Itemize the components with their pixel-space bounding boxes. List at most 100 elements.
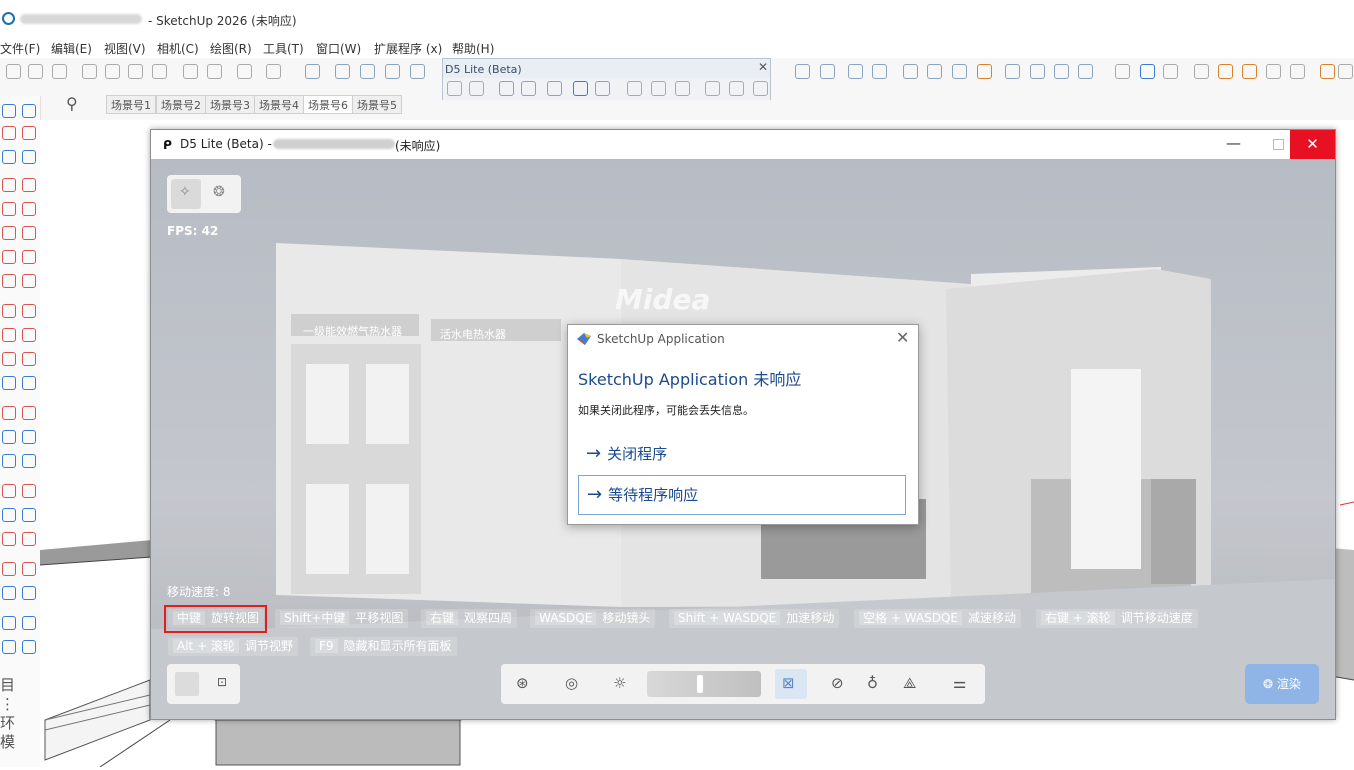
menu-extensions[interactable]: 扩展程序 (x) (374, 40, 442, 57)
3d-text-icon[interactable] (22, 454, 36, 468)
sun-icon[interactable]: ☼ (613, 674, 626, 692)
d5-asset-icon[interactable] (675, 81, 690, 96)
d5-export-icon[interactable] (705, 81, 720, 96)
channels-icon[interactable]: ⊛ (516, 674, 529, 692)
menu-window[interactable]: 窗口(W) (316, 40, 361, 57)
ext-tool-icon[interactable] (1218, 64, 1233, 79)
exposure-icon[interactable]: ◎ (565, 674, 578, 692)
light-bulb-icon[interactable]: ♁ (867, 674, 878, 692)
new-file-icon[interactable] (6, 64, 21, 79)
tool-icon[interactable] (22, 616, 36, 630)
view-back-icon[interactable] (410, 64, 425, 79)
search-icon[interactable]: ⚲ (66, 94, 78, 113)
rotated-rectangle-icon[interactable] (22, 202, 36, 216)
ext-tool-icon[interactable] (795, 64, 810, 79)
wait-program-option[interactable]: → 等待程序响应 (578, 475, 906, 515)
arc3-icon[interactable] (22, 274, 36, 288)
tool-icon[interactable] (22, 150, 36, 164)
pushpull-icon[interactable] (22, 304, 36, 318)
ext-tool-icon[interactable] (1266, 64, 1281, 79)
view-top-icon[interactable] (335, 64, 350, 79)
followme-icon[interactable] (22, 328, 36, 342)
ext-tool-icon[interactable] (1320, 64, 1335, 79)
menu-camera[interactable]: 相机(C) (157, 40, 199, 57)
redo-icon[interactable] (207, 64, 222, 79)
text-icon[interactable] (22, 430, 36, 444)
freehand-icon[interactable] (22, 178, 36, 192)
d5-material-icon[interactable] (627, 81, 642, 96)
ext-tool-icon[interactable] (820, 64, 835, 79)
d5-help-icon[interactable] (753, 81, 768, 96)
dialog-close-icon[interactable]: ✕ (896, 328, 909, 347)
d5-tool-icon[interactable] (447, 81, 462, 96)
section-icon[interactable] (22, 586, 36, 600)
paste-icon[interactable] (128, 64, 143, 79)
circle-icon[interactable] (2, 226, 16, 240)
zoom-window-icon[interactable] (22, 508, 36, 522)
orbit-icon[interactable] (2, 484, 16, 498)
tool-icon[interactable] (2, 150, 16, 164)
ext-tool-icon[interactable] (1078, 64, 1093, 79)
pan-icon[interactable] (22, 484, 36, 498)
print-icon[interactable] (237, 64, 252, 79)
menu-tools[interactable]: 工具(T) (263, 40, 304, 57)
settings-sliders-icon[interactable]: ⚌ (953, 674, 966, 692)
ext-tool-icon[interactable] (848, 64, 863, 79)
aperture-icon[interactable]: ❂ (213, 184, 225, 200)
tool-icon[interactable] (22, 640, 36, 654)
scene-tab[interactable]: 场景号4 (254, 95, 304, 114)
image-icon[interactable]: ⊠ (782, 674, 795, 692)
menu-draw[interactable]: 绘图(R) (210, 40, 252, 57)
walk-icon[interactable] (22, 562, 36, 576)
close-program-option[interactable]: → 关闭程序 (578, 435, 906, 473)
dimension-icon[interactable] (22, 406, 36, 420)
axes-icon[interactable] (2, 454, 16, 468)
close-button[interactable]: ✕ (1290, 130, 1335, 159)
ext-tool-icon[interactable] (1290, 64, 1305, 79)
ext-tool-icon[interactable] (903, 64, 918, 79)
rectangle-icon[interactable] (2, 202, 16, 216)
minimize-button[interactable]: — (1211, 130, 1256, 159)
zoom-extents-icon[interactable] (2, 532, 16, 546)
render-button[interactable]: ❂ 渲染 (1245, 664, 1319, 704)
ext-tool-icon[interactable] (1005, 64, 1020, 79)
model-info-icon[interactable] (266, 64, 281, 79)
ext-tool-icon[interactable] (952, 64, 967, 79)
previous-icon[interactable] (22, 532, 36, 546)
color-swatch[interactable] (175, 672, 199, 696)
polygon-icon[interactable] (22, 226, 36, 240)
scene-tab[interactable]: 场景号1 (106, 95, 156, 114)
menu-edit[interactable]: 编辑(E) (51, 40, 92, 57)
menu-view[interactable]: 视图(V) (104, 40, 146, 57)
ext-tool-icon[interactable] (1140, 64, 1155, 79)
ext-tool-icon[interactable] (1054, 64, 1069, 79)
slider-knob[interactable] (697, 675, 703, 693)
ext-tool-icon[interactable] (1115, 64, 1130, 79)
line-icon[interactable] (2, 178, 16, 192)
scene-tab[interactable]: 场景号5 (352, 95, 402, 114)
lasso-icon[interactable] (2, 126, 16, 140)
d5-toolbar-close-icon[interactable]: ✕ (758, 60, 768, 74)
tool-icon[interactable] (2, 616, 16, 630)
ext-tool-icon[interactable] (927, 64, 942, 79)
ext-tool-icon[interactable] (1163, 64, 1178, 79)
ext-tool-icon[interactable] (872, 64, 887, 79)
save-icon[interactable] (52, 64, 67, 79)
tool-icon[interactable] (22, 376, 36, 390)
look-around-icon[interactable] (2, 586, 16, 600)
tool-icon[interactable] (2, 376, 16, 390)
menu-help[interactable]: 帮助(H) (452, 40, 494, 57)
eraser-icon[interactable] (22, 126, 36, 140)
d5-tool-icon[interactable] (595, 81, 610, 96)
arc-icon[interactable] (2, 250, 16, 264)
d5-tool-icon[interactable] (547, 81, 562, 96)
scale-icon[interactable] (2, 352, 16, 366)
view-iso-icon[interactable] (305, 64, 320, 79)
scene-tab[interactable]: 场景号3 (205, 95, 255, 114)
d5-refresh-icon[interactable] (521, 81, 536, 96)
scene-tab[interactable]: 场景号2 (156, 95, 206, 114)
undo-icon[interactable] (183, 64, 198, 79)
tool-icon[interactable] (2, 640, 16, 654)
arc2-icon[interactable] (22, 250, 36, 264)
position-camera-icon[interactable] (2, 562, 16, 576)
